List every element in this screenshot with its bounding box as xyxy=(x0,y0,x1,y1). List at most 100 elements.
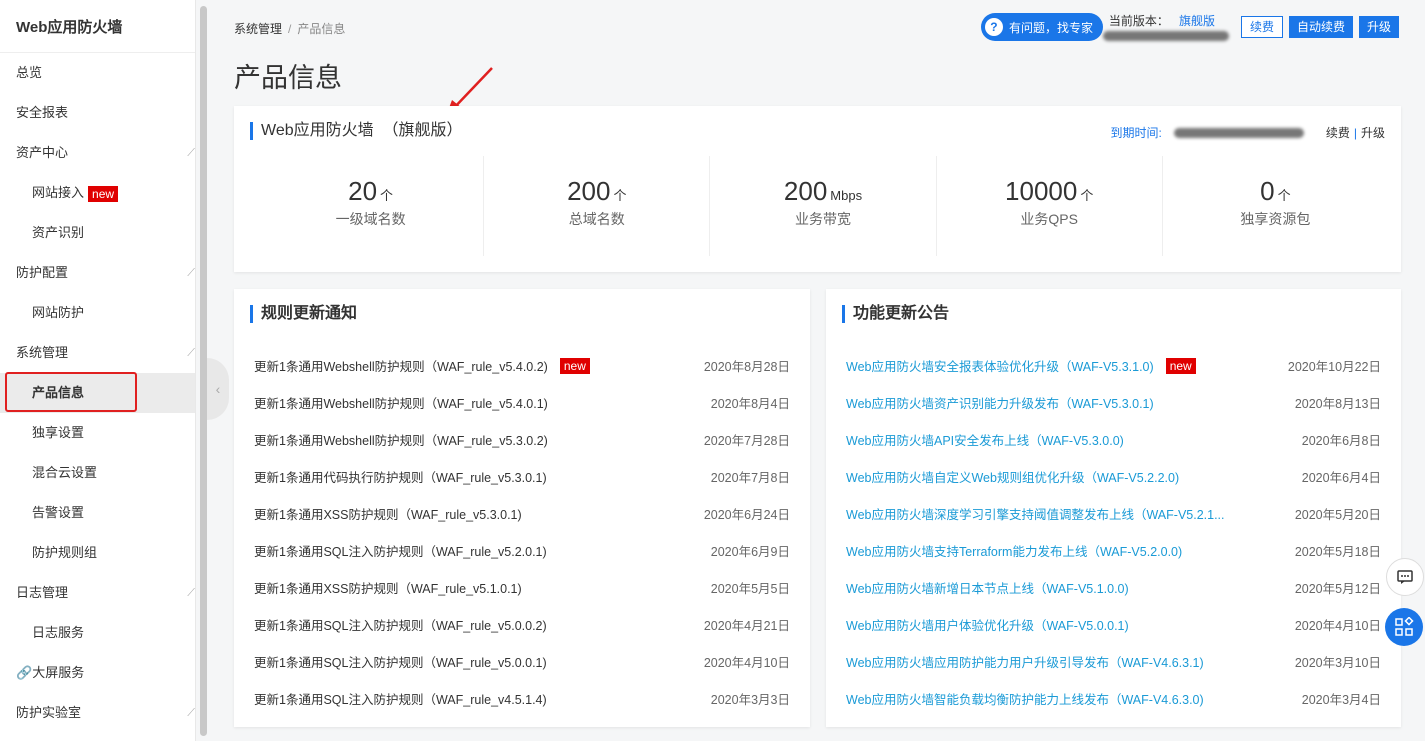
sidebar-item-label: 防护配置 xyxy=(16,265,69,280)
feature-link[interactable]: Web应用防火墙用户体验优化升级（WAF-V5.0.0.1) xyxy=(846,615,1129,634)
feature-link[interactable]: Web应用防火墙智能负载均衡防护能力上线发布（WAF-V4.6.3.0) xyxy=(846,689,1204,708)
sidebar-group-system-management[interactable]: 系统管理 ⟋ xyxy=(0,333,195,373)
sidebar-item-alert-settings[interactable]: 告警设置 xyxy=(0,493,195,533)
list-item[interactable]: 更新1条通用SQL注入防护规则（WAF_rule_v5.2.0.1) 2020年6… xyxy=(254,532,790,569)
list-item[interactable]: 更新1条通用SQL注入防护规则（WAF_rule_v5.0.0.2) 2020年4… xyxy=(254,606,790,643)
sidebar-item-exclusive-settings[interactable]: 独享设置 xyxy=(0,413,195,453)
stat-primary-domains: 20 个 一级域名数 xyxy=(258,156,485,256)
stat-label: 业务带宽 xyxy=(795,211,851,227)
feature-link[interactable]: Web应用防火墙深度学习引擎支持阈值调整发布上线（WAF-V5.2.1... xyxy=(846,504,1225,523)
list-item[interactable]: 更新1条通用Webshell防护规则（WAF_rule_v5.4.0.1) 202… xyxy=(254,384,790,421)
upgrade-link[interactable]: 升级 xyxy=(1361,124,1385,141)
renew-link[interactable]: 续费 xyxy=(1326,124,1350,141)
list-item[interactable]: Web应用防火墙自定义Web规则组优化升级（WAF-V5.2.2.0) 2020年… xyxy=(846,458,1381,495)
stat-label: 总域名数 xyxy=(568,211,625,227)
rule-text: 更新1条通用代码执行防护规则（WAF_rule_v5.3.0.1) xyxy=(254,471,547,485)
sidebar-item-asset-identify[interactable]: 资产识别 xyxy=(0,213,195,253)
sidebar-item-label: 告警设置 xyxy=(32,505,85,520)
list-item[interactable]: Web应用防火墙安全报表体验优化升级（WAF-V5.3.1.0) new 2020年… xyxy=(846,347,1381,384)
list-item[interactable]: 更新1条通用代码执行防护规则（WAF_rule_v5.3.0.1) 2020年7月… xyxy=(254,458,790,495)
list-item[interactable]: Web应用防火墙应用防护能力用户升级引导发布（WAF-V4.6.3.1) 2020… xyxy=(846,643,1381,680)
sidebar: Web应用防火墙 总览 安全报表 资产中心 ⟋ 网站接入 new 资产识别 防护配置… xyxy=(0,0,196,741)
feature-date: 2020年6月4日 xyxy=(1301,471,1381,485)
breadcrumb-parent[interactable]: 系统管理 xyxy=(234,22,282,36)
expire-info: 到期时间: 续费 | 升级 xyxy=(1111,124,1386,141)
feature-link[interactable]: Web应用防火墙支持Terraform能力发布上线（WAF-V5.2.0.0) xyxy=(846,541,1182,560)
renew-button[interactable]: 续费 xyxy=(1240,16,1283,38)
sidebar-item-label: 安全报表 xyxy=(16,105,69,120)
sidebar-item-hybrid-cloud[interactable]: 混合云设置 xyxy=(0,453,195,493)
list-item[interactable]: Web应用防火墙资产识别能力升级发布（WAF-V5.3.0.1) 2020年8月1… xyxy=(846,384,1381,421)
feature-link[interactable]: Web应用防火墙新增日本节点上线（WAF-V5.1.0.0) xyxy=(846,578,1129,597)
new-badge: new xyxy=(88,185,119,202)
rule-text: 更新1条通用Webshell防护规则（WAF_rule_v5.3.0.2) xyxy=(254,434,548,448)
breadcrumb: 系统管理 / 产品信息 xyxy=(234,20,345,37)
rule-date: 2020年6月24日 xyxy=(703,508,790,522)
list-item[interactable]: Web应用防火墙深度学习引擎支持阈值调整发布上线（WAF-V5.2.1... 20… xyxy=(846,495,1381,532)
sidebar-item-label: 资产识别 xyxy=(32,225,85,240)
feature-update-card: 功能更新公告 Web应用防火墙安全报表体验优化升级（WAF-V5.3.1.0) n… xyxy=(826,289,1401,727)
stat-bandwidth: 200 Mbps 业务带宽 xyxy=(710,156,937,256)
ask-expert-button[interactable]: ? 有问题，找专家 xyxy=(980,13,1103,41)
rule-date: 2020年8月4日 xyxy=(710,397,790,411)
chat-icon[interactable] xyxy=(1386,558,1424,596)
new-badge: new xyxy=(1165,357,1196,374)
rule-date: 2020年7月8日 xyxy=(710,471,790,485)
sidebar-item-big-screen[interactable]: 🔗大屏服务 xyxy=(0,653,195,693)
chevron-up-icon: ⟋ xyxy=(187,587,195,599)
rule-text: 更新1条通用XSS防护规则（WAF_rule_v5.3.0.1) xyxy=(254,508,522,522)
list-item[interactable]: 更新1条通用Webshell防护规则（WAF_rule_v5.3.0.2) 202… xyxy=(254,421,790,458)
sidebar-item-log-service[interactable]: 日志服务 xyxy=(0,613,195,653)
list-item[interactable]: 更新1条通用XSS防护规则（WAF_rule_v5.3.0.1) 2020年6月2… xyxy=(254,495,790,532)
rule-date: 2020年7月28日 xyxy=(703,434,790,448)
list-item[interactable]: Web应用防火墙支持Terraform能力发布上线（WAF-V5.2.0.0) 2… xyxy=(846,532,1381,569)
sidebar-group-log-management[interactable]: 日志管理 ⟋ xyxy=(0,573,195,613)
rule-text: 更新1条通用Webshell防护规则（WAF_rule_v5.4.0.2) xyxy=(254,360,548,374)
sidebar-item-site-protection[interactable]: 网站防护 xyxy=(0,293,195,333)
list-item[interactable]: 更新1条通用Webshell防护规则（WAF_rule_v5.4.0.2) new… xyxy=(254,347,790,384)
sidebar-item-rule-groups[interactable]: 防护规则组 xyxy=(0,533,195,573)
feature-date: 2020年6月8日 xyxy=(1301,434,1381,448)
list-item[interactable]: Web应用防火墙智能负载均衡防护能力上线发布（WAF-V4.6.3.0) 2020… xyxy=(846,680,1381,717)
rule-date: 2020年6月9日 xyxy=(710,545,790,559)
sidebar-item-security-report[interactable]: 安全报表 xyxy=(0,93,195,133)
sidebar-group-lab[interactable]: 防护实验室 ⟋ xyxy=(0,693,195,733)
product-title: Web应用防火墙 （旗舰版） xyxy=(250,122,463,140)
feature-date: 2020年4月10日 xyxy=(1294,619,1381,633)
sidebar-scrollbar[interactable] xyxy=(200,6,207,736)
list-item[interactable]: 更新1条通用SQL注入防护规则（WAF_rule_v4.5.1.4) 2020年3… xyxy=(254,680,790,717)
chevron-up-icon: ⟋ xyxy=(187,347,195,359)
feature-update-title: 功能更新公告 xyxy=(842,305,949,323)
list-item[interactable]: 更新1条通用SQL注入防护规则（WAF_rule_v5.0.0.1) 2020年4… xyxy=(254,643,790,680)
stat-label: 业务QPS xyxy=(1020,211,1078,227)
feature-link[interactable]: Web应用防火墙自定义Web规则组优化升级（WAF-V5.2.2.0) xyxy=(846,467,1179,486)
sidebar-item-site-access[interactable]: 网站接入 new xyxy=(0,173,195,213)
breadcrumb-current: 产品信息 xyxy=(297,22,346,36)
stat-unit: 个 xyxy=(1277,188,1291,203)
version-label: 当前版本： xyxy=(1108,14,1169,28)
feature-link[interactable]: Web应用防火墙安全报表体验优化升级（WAF-V5.3.1.0) xyxy=(846,356,1154,375)
stat-label: 一级域名数 xyxy=(335,211,406,227)
sidebar-group-asset-center[interactable]: 资产中心 ⟋ xyxy=(0,133,195,173)
header-actions: ? 有问题，找专家 当前版本： 旗舰版 续费 自动续费 升级 xyxy=(980,13,1399,41)
sidebar-item-label: 防护实验室 xyxy=(16,705,82,720)
sidebar-item-overview[interactable]: 总览 xyxy=(0,53,195,93)
stats-row: 20 个 一级域名数 200 个 总域名数 200 Mbps 业务带宽 10000 个 … xyxy=(258,156,1388,256)
stat-total-domains: 200 个 总域名数 xyxy=(484,156,711,256)
rule-date: 2020年3月3日 xyxy=(710,693,790,707)
sidebar-collapse-handle[interactable]: ‹ xyxy=(207,358,229,420)
upgrade-button[interactable]: 升级 xyxy=(1358,16,1399,38)
list-item[interactable]: Web应用防火墙用户体验优化升级（WAF-V5.0.0.1) 2020年4月10日 xyxy=(846,606,1381,643)
sidebar-item-label: 总览 xyxy=(16,65,43,80)
feature-link[interactable]: Web应用防火墙资产识别能力升级发布（WAF-V5.3.0.1) xyxy=(846,393,1154,412)
redacted-expire-date xyxy=(1173,127,1304,138)
rule-text: 更新1条通用SQL注入防护规则（WAF_rule_v5.0.0.1) xyxy=(254,656,547,670)
list-item[interactable]: Web应用防火墙API安全发布上线（WAF-V5.3.0.0) 2020年6月8日 xyxy=(846,421,1381,458)
auto-renew-button[interactable]: 自动续费 xyxy=(1288,16,1353,38)
apps-grid-icon[interactable] xyxy=(1385,608,1423,646)
list-item[interactable]: 更新1条通用XSS防护规则（WAF_rule_v5.1.0.1) 2020年5月5… xyxy=(254,569,790,606)
sidebar-group-protection-config[interactable]: 防护配置 ⟋ xyxy=(0,253,195,293)
feature-link[interactable]: Web应用防火墙API安全发布上线（WAF-V5.3.0.0) xyxy=(846,430,1124,449)
list-item[interactable]: Web应用防火墙新增日本节点上线（WAF-V5.1.0.0) 2020年5月12日 xyxy=(846,569,1381,606)
feature-link[interactable]: Web应用防火墙应用防护能力用户升级引导发布（WAF-V4.6.3.1) xyxy=(846,652,1204,671)
